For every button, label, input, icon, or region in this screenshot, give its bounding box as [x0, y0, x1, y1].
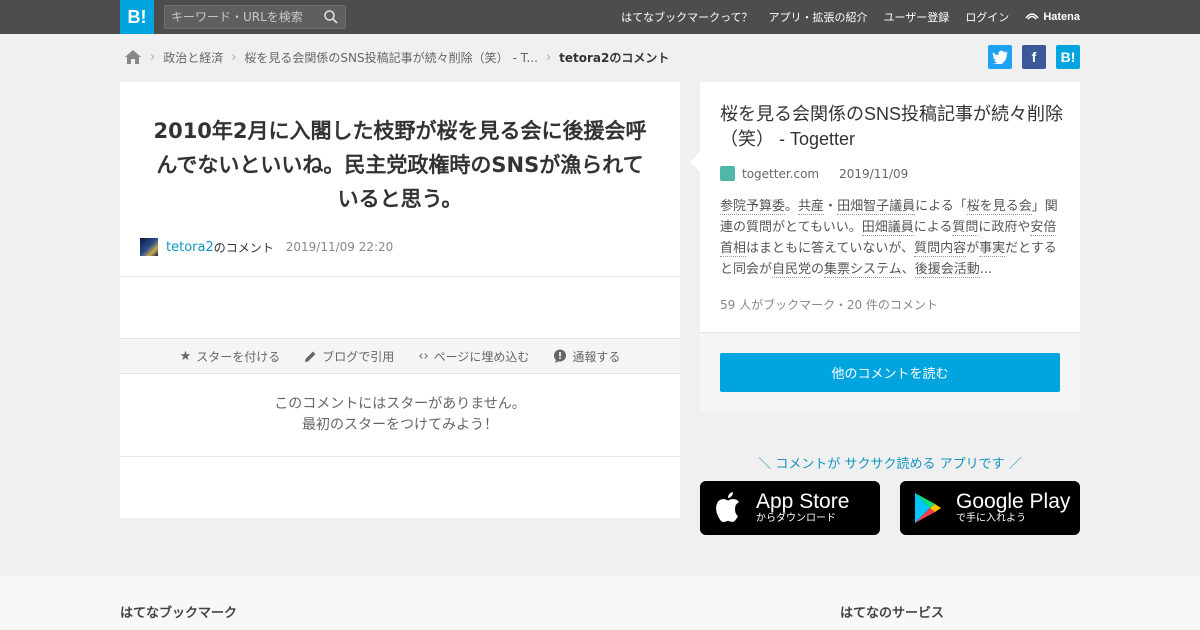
divider — [120, 276, 680, 277]
report-button[interactable]: 通報する — [553, 348, 620, 365]
google-play-title: Google Play — [956, 490, 1071, 513]
entry-domain[interactable]: togetter.com — [742, 167, 819, 181]
twitter-icon — [992, 50, 1008, 64]
entry-date: 2019/11/09 — [839, 166, 909, 181]
comment-text: 2010年2月に入閣した枝野が桜を見る会に後援会呼んでないといいね。民主党政権時… — [153, 119, 647, 211]
add-star-label: スターを付ける — [196, 349, 281, 364]
keyword-link[interactable]: 集票システム — [824, 262, 902, 278]
search-box — [164, 5, 346, 29]
breadcrumb-category[interactable]: 政治と経済 — [163, 49, 223, 66]
facebook-share-button[interactable]: f — [1022, 45, 1046, 69]
divider — [120, 456, 680, 457]
chevron-right-icon: › — [231, 49, 237, 65]
blog-quote-button[interactable]: ブログで引用 — [304, 348, 394, 365]
entry-meta: togetter.com 2019/11/09 — [720, 166, 908, 181]
hatena-brand-link[interactable]: Hatena — [1025, 11, 1080, 23]
blog-quote-label: ブログで引用 — [322, 349, 395, 364]
alert-bubble-icon — [554, 349, 567, 363]
keyword-link[interactable]: 桜を見る会 — [966, 199, 1032, 215]
keyword-link[interactable]: 共産 — [798, 199, 825, 215]
entry-card-footer: 他のコメントを読む — [700, 332, 1080, 412]
entry-summary: 参院予算委。共産・田畑智子議員による「桜を見る会」関連の質問がとてもいい。田畑議… — [720, 196, 1062, 280]
nav-login[interactable]: ログイン — [965, 9, 1009, 25]
summary-text: 。 — [785, 199, 799, 214]
summary-text: が — [966, 241, 980, 256]
comment-actions: ★ スターを付ける ブログで引用 ‹› ページに埋め込む 通報する — [120, 338, 680, 374]
breadcrumb-entry[interactable]: 桜を見る会関係のSNS投稿記事が続々削除（笑） - T... — [244, 49, 538, 66]
embed-label: ページに埋め込む — [433, 349, 530, 364]
read-other-comments-button[interactable]: 他のコメントを読む — [720, 353, 1060, 392]
footer: はてなブックマーク はてなのサービス — [0, 576, 1200, 630]
app-store-subtitle: からダウンロード — [756, 513, 836, 524]
app-store-title: App Store — [756, 490, 850, 513]
star-icon: ★ — [179, 348, 192, 364]
report-label: 通報する — [572, 349, 621, 364]
summary-text: ・ — [824, 199, 838, 214]
site-favicon-icon — [720, 166, 735, 181]
user-suffix: のコメント — [213, 240, 274, 255]
keyword-link[interactable]: 事実 — [979, 241, 1006, 257]
avatar[interactable] — [140, 238, 158, 256]
footer-heading-bookmark: はてなブックマーク — [120, 606, 238, 621]
summary-text: はまともに答えていないが、 — [746, 241, 915, 256]
comment-date[interactable]: 2019/11/09 22:20 — [286, 240, 394, 254]
breadcrumb: › 政治と経済 › 桜を見る会関係のSNS投稿記事が続々削除（笑） - T...… — [124, 46, 669, 68]
search-input[interactable] — [171, 8, 319, 26]
top-nav: はてなブックマークって？ アプリ・拡張の紹介 ユーザー登録 ログイン Haten… — [621, 0, 1080, 34]
hatena-logo-icon — [1025, 13, 1039, 20]
add-star-button[interactable]: ★ スターを付ける — [180, 348, 281, 365]
footer-heading-services: はてなのサービス — [840, 606, 945, 621]
google-play-icon — [900, 491, 956, 525]
keyword-link[interactable]: 参院予算委 — [720, 199, 786, 215]
chevron-right-icon: › — [150, 49, 156, 65]
entry-card: 桜を見る会関係のSNS投稿記事が続々削除（笑） - Togetter toget… — [690, 82, 1080, 412]
no-star-message: このコメントにはスターがありません。 最初のスターをつけてみよう！ — [120, 394, 680, 436]
google-play-subtitle: で手に入れよう — [956, 513, 1026, 524]
app-promo-text: ＼ コメントが サクサク読める アプリです ／ — [758, 457, 1022, 472]
nav-apps[interactable]: アプリ・拡張の紹介 — [769, 9, 868, 25]
keyword-link[interactable]: 田畑議員 — [861, 220, 914, 236]
summary-text: による「 — [915, 199, 967, 214]
comment-author: tetora2 のコメント 2019/11/09 22:20 — [140, 238, 393, 256]
app-store-button[interactable]: App Store からダウンロード — [700, 481, 880, 535]
twitter-share-button[interactable] — [988, 45, 1012, 69]
keyword-link[interactable]: 田畑智子議員 — [837, 199, 916, 215]
no-star-line1: このコメントにはスターがありません。 — [274, 396, 526, 412]
user-link[interactable]: tetora2 — [166, 240, 214, 255]
search-icon[interactable] — [323, 9, 339, 25]
summary-text: の — [811, 262, 825, 277]
breadcrumb-current: tetora2のコメント — [559, 50, 670, 65]
hatena-brand-text: Hatena — [1043, 11, 1080, 23]
keyword-link[interactable]: 後援会活動 — [914, 262, 980, 278]
bookmark-counts[interactable]: 59 人がブックマーク・20 件のコメント — [720, 296, 938, 313]
keyword-link[interactable]: 自民党 — [772, 262, 812, 278]
summary-text: 、 — [901, 262, 915, 277]
no-star-line2: 最初のスターをつけてみよう！ — [302, 417, 498, 433]
hatena-bookmark-logo[interactable]: B! — [120, 0, 154, 34]
top-bar: B! はてなブックマークって？ アプリ・拡張の紹介 ユーザー登録 ログイン Ha… — [0, 0, 1200, 34]
entry-title[interactable]: 桜を見る会関係のSNS投稿記事が続々削除（笑） - Togetter — [720, 102, 1065, 152]
apple-icon — [700, 491, 756, 525]
summary-text: に政府や — [978, 220, 1031, 235]
google-play-button[interactable]: Google Play で手に入れよう — [900, 481, 1080, 535]
chevron-right-icon: › — [545, 49, 552, 65]
comment-card: 2010年2月に入閣した枝野が桜を見る会に後援会呼んでないといいね。民主党政権時… — [120, 82, 680, 518]
keyword-link[interactable]: 質問 — [952, 220, 979, 236]
embed-button[interactable]: ‹› ページに埋め込む — [418, 348, 529, 365]
hatena-bookmark-share-button[interactable]: B! — [1056, 45, 1080, 69]
code-icon: ‹› — [418, 348, 429, 364]
summary-text: による — [913, 220, 953, 235]
pencil-icon — [305, 351, 316, 362]
summary-text: ... — [979, 262, 993, 277]
keyword-link[interactable]: 質問内容 — [914, 241, 967, 257]
share-buttons: f B! — [988, 45, 1080, 69]
nav-register[interactable]: ユーザー登録 — [884, 9, 950, 25]
home-icon[interactable] — [124, 49, 142, 65]
nav-about[interactable]: はてなブックマークって？ — [621, 9, 752, 25]
